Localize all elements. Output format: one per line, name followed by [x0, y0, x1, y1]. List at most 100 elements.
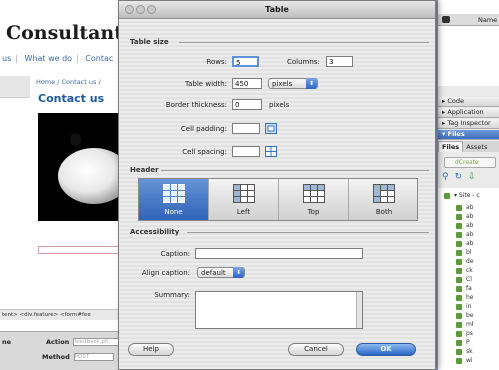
disk-shape	[58, 148, 122, 204]
file-row[interactable]: ps	[456, 330, 496, 338]
get-files-icon[interactable]: ⇩	[468, 172, 476, 182]
file-row[interactable]: Cl	[456, 276, 496, 284]
create-button[interactable]: dCreate	[444, 157, 496, 168]
tab-files[interactable]: Files	[438, 141, 464, 152]
cell-padding-icon	[265, 123, 277, 134]
tag-selector-bar[interactable]: tent> <div.feature> <form#fee	[0, 309, 122, 320]
file-row[interactable]: in	[456, 303, 496, 311]
files-list-top: Name	[438, 0, 499, 86]
file-row[interactable]: sk	[456, 348, 496, 356]
table-left-header-icon	[233, 184, 255, 203]
cell-padding-label: Cell padding:	[180, 125, 227, 133]
align-caption-value: default	[201, 269, 226, 277]
table-size-section-label: Table size	[130, 38, 169, 46]
nav-link-us[interactable]: us	[2, 54, 11, 63]
file-row[interactable]: ab	[456, 231, 496, 239]
file-toolbar: ⚲ ↻ ⇩	[442, 172, 482, 182]
header-option-label: Both	[375, 208, 393, 216]
table-width-label: Table width:	[185, 80, 227, 88]
section-divider	[161, 170, 429, 171]
align-caption-select[interactable]: default ⬍	[197, 267, 245, 278]
caption-label: Caption:	[160, 250, 190, 258]
files-tabs: Files Assets	[438, 141, 499, 152]
border-thickness-label: Border thickness:	[165, 101, 227, 109]
dialog-titlebar[interactable]: Table	[119, 1, 435, 19]
file-row[interactable]: ml	[456, 321, 496, 329]
help-button[interactable]: Help	[128, 343, 174, 356]
align-caption-label: Align caption:	[141, 269, 190, 277]
border-thickness-input[interactable]: 0	[232, 99, 262, 110]
background-document: Consultants us | What we do | Contac Home …	[0, 0, 122, 331]
file-row[interactable]: ab	[456, 222, 496, 230]
cell-padding-input[interactable]	[232, 123, 260, 134]
table-width-input[interactable]: 450	[232, 78, 262, 89]
ok-button[interactable]: OK	[356, 343, 416, 356]
file-row[interactable]: he	[456, 294, 496, 302]
columns-label: Columns:	[287, 58, 320, 66]
file-row[interactable]: de	[456, 258, 496, 266]
action-label: Action	[46, 338, 70, 346]
header-option-label: Top	[307, 208, 320, 216]
header-option-top[interactable]: Top	[279, 179, 349, 220]
accessibility-section-label: Accessibility	[130, 228, 180, 236]
summary-scrollbar[interactable]	[356, 292, 362, 328]
file-row[interactable]: P	[456, 339, 496, 347]
cell-spacing-input[interactable]	[232, 146, 260, 157]
breadcrumb[interactable]: Home / Contact us /	[36, 78, 101, 86]
caption-input[interactable]	[195, 248, 363, 259]
file-row[interactable]: ck	[456, 267, 496, 275]
panel-files[interactable]: ▾ Files	[438, 130, 499, 140]
dialog-title: Table	[265, 5, 289, 14]
width-unit-select[interactable]: pixels ⬍	[268, 78, 318, 89]
apple-logo-icon	[70, 133, 81, 146]
site-nav: us | What we do | Contac	[2, 54, 114, 63]
refresh-icon[interactable]: ↻	[455, 172, 463, 182]
method-label: Method	[42, 353, 70, 361]
columns-input[interactable]: 3	[326, 56, 353, 67]
file-row[interactable]: bl	[456, 249, 496, 257]
header-option-both[interactable]: Both	[349, 179, 419, 220]
file-tree: ▾ Site - c ab ab ab ab ab bl de ck Cl fa…	[438, 188, 499, 370]
list-header: Name	[438, 14, 499, 26]
rows-label: Rows:	[206, 58, 227, 66]
connect-icon[interactable]: ⚲	[442, 172, 449, 182]
method-field[interactable]: POST	[73, 353, 114, 361]
nav-link-what-we-do[interactable]: What we do	[25, 54, 73, 63]
header-option-left[interactable]: Left	[209, 179, 279, 220]
border-unit-label: pixels	[269, 101, 290, 109]
file-row[interactable]: ab	[456, 213, 496, 221]
table-none-icon	[163, 184, 185, 203]
summary-label: Summary:	[154, 291, 190, 299]
updown-arrows-icon: ⬍	[233, 267, 244, 278]
panel-code[interactable]: ▸ Code	[438, 97, 499, 107]
section-divider	[187, 232, 429, 233]
table-top-header-icon	[303, 184, 325, 203]
header-segmented-control: None Left Top Both	[138, 178, 418, 221]
file-row[interactable]: fa	[456, 285, 496, 293]
cancel-button[interactable]: Cancel	[288, 343, 344, 356]
panel-application[interactable]: ▸ Application	[438, 108, 499, 118]
site-root[interactable]: ▾ Site - c	[444, 192, 498, 200]
file-row[interactable]: wi	[456, 357, 496, 365]
file-row[interactable]: be	[456, 312, 496, 320]
summary-textarea[interactable]	[195, 291, 363, 329]
right-panel: Name ▸ Code ▸ Application ▸ Tag Inspecto…	[437, 0, 499, 370]
table-dialog: Table Table size Rows: 5 Columns: 3 Tabl…	[118, 0, 436, 370]
header-option-none[interactable]: None	[139, 179, 209, 220]
view-icon	[442, 16, 450, 23]
header-option-label: None	[164, 208, 183, 216]
props-row-label: ne	[2, 338, 12, 346]
sidebar-block	[0, 76, 30, 98]
rows-input[interactable]: 5	[232, 56, 259, 67]
name-column-header[interactable]: Name	[478, 16, 497, 24]
file-row[interactable]: ab	[456, 240, 496, 248]
product-photo	[38, 113, 122, 221]
tab-assets[interactable]: Assets	[463, 142, 490, 152]
action-field[interactable]: feedback.ph	[73, 338, 122, 346]
page-heading: Contact us	[38, 92, 105, 105]
file-row[interactable]: ab	[456, 204, 496, 212]
form-field-outline	[38, 246, 122, 254]
panel-tag-inspector[interactable]: ▸ Tag Inspector	[438, 119, 499, 129]
nav-link-contact[interactable]: Contac	[85, 54, 113, 63]
section-divider	[179, 42, 429, 43]
